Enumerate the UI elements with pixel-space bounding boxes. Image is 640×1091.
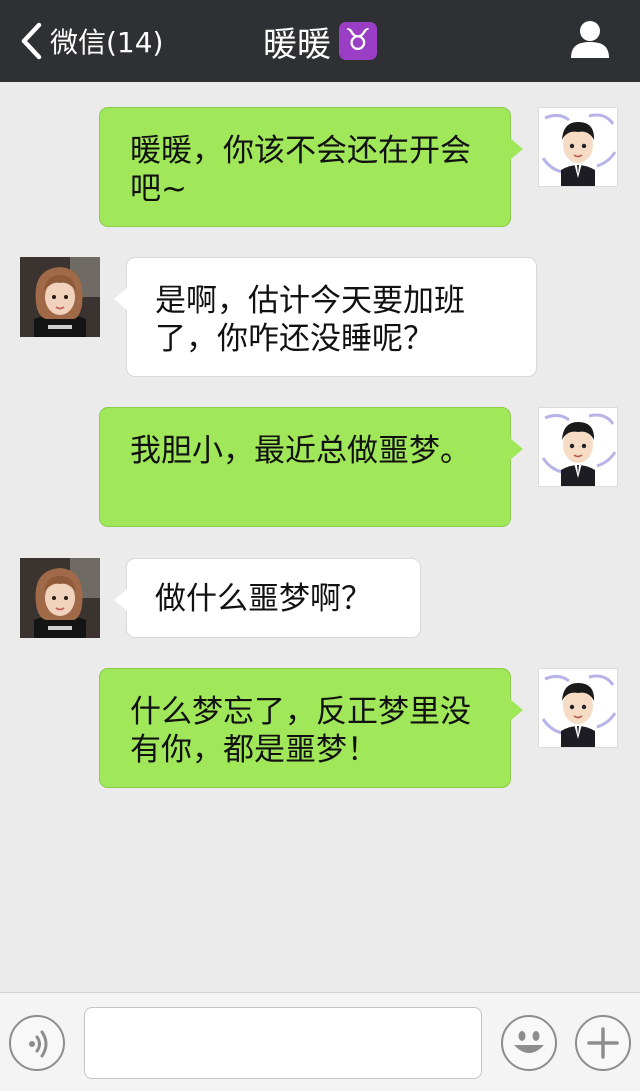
my-avatar[interactable] — [538, 407, 618, 487]
emoji-button[interactable] — [501, 1015, 557, 1071]
my-avatar[interactable] — [538, 107, 618, 187]
more-button[interactable] — [575, 1015, 631, 1071]
voice-icon — [29, 1030, 48, 1058]
message-bubble-sent[interactable]: 什么梦忘了，反正梦里没有你，都是噩梦！ — [99, 668, 523, 788]
contact-avatar[interactable] — [20, 558, 100, 638]
message-text: 什么梦忘了，反正梦里没有你，都是噩梦！ — [130, 694, 471, 768]
chat-input-bar — [0, 992, 640, 1091]
voice-button[interactable] — [9, 1015, 65, 1071]
message-input[interactable] — [84, 1007, 482, 1079]
message-bubble-received[interactable]: 是啊，估计今天要加班了，你咋还没睡呢？ — [114, 257, 537, 377]
chat-title: 暖暖 ♉ — [0, 0, 640, 82]
cartoon-man-avatar-icon — [539, 669, 617, 747]
taurus-badge-icon: ♉ — [339, 22, 377, 60]
girl-photo-avatar-icon — [20, 257, 100, 337]
plus-icon — [587, 1027, 619, 1059]
girl-photo-avatar-icon — [20, 558, 100, 638]
my-avatar[interactable] — [538, 668, 618, 748]
message-bubble-sent[interactable]: 暖暖，你该不会还在开会吧~ — [99, 107, 523, 227]
cartoon-man-avatar-icon — [539, 108, 617, 186]
message-text: 暖暖，你该不会还在开会吧~ — [130, 133, 471, 207]
person-icon[interactable] — [568, 18, 612, 62]
contact-avatar[interactable] — [20, 257, 100, 337]
message-bubble-received[interactable]: 做什么噩梦啊？ — [114, 558, 421, 638]
message-text: 我胆小，最近总做噩梦。 — [130, 433, 471, 469]
message-bubble-sent[interactable]: 我胆小，最近总做噩梦。 — [99, 407, 523, 527]
cartoon-man-avatar-icon — [539, 408, 617, 486]
contact-name: 暖暖 — [263, 24, 331, 65]
navigation-bar: 微信(14) 暖暖 ♉ — [0, 0, 640, 82]
message-text: 做什么噩梦啊？ — [155, 581, 372, 617]
message-text: 是啊，估计今天要加班了，你咋还没睡呢？ — [155, 283, 465, 357]
smiley-icon — [514, 1031, 544, 1053]
